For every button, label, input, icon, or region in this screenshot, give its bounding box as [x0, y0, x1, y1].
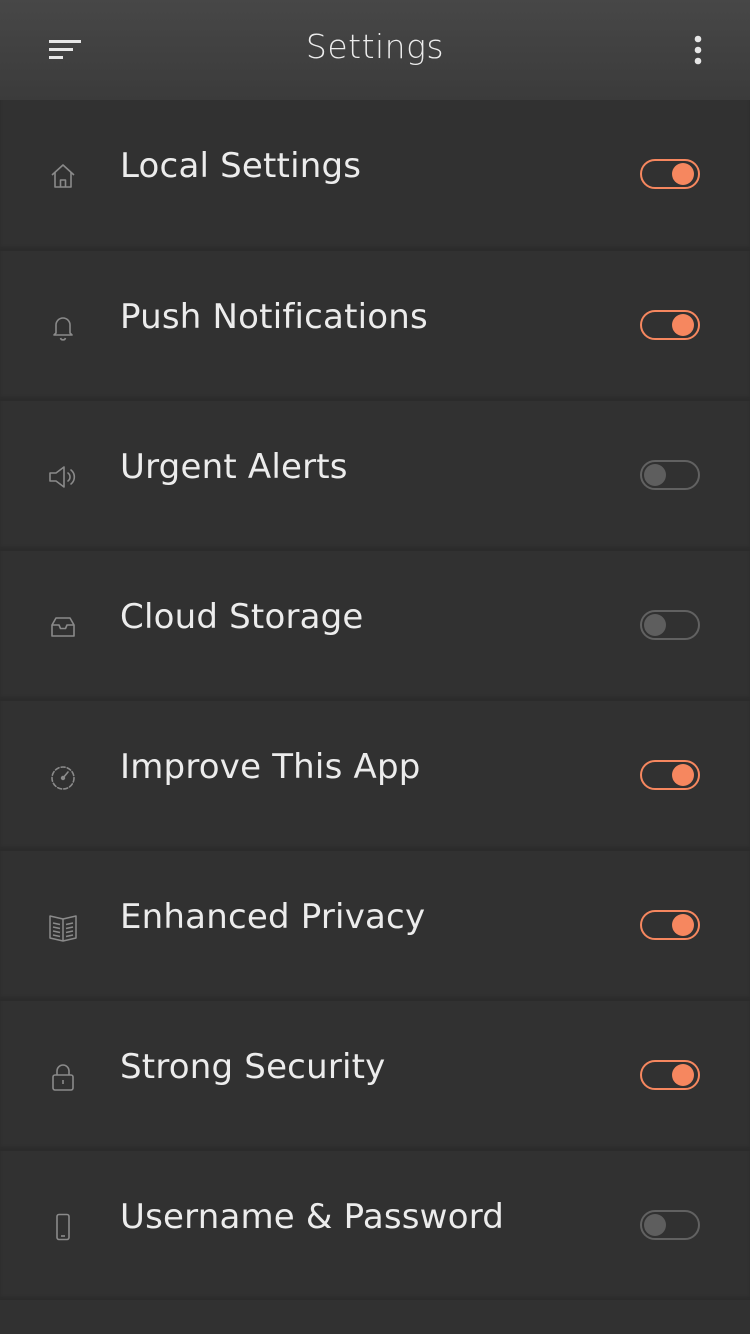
toggle-knob [672, 764, 694, 786]
toggle-knob [644, 464, 666, 486]
setting-label: Urgent Alerts [120, 447, 348, 487]
setting-row-username-password: Username & Password [0, 1150, 750, 1300]
setting-row-strong-security: Strong Security [0, 1000, 750, 1150]
more-options-button[interactable] [680, 28, 716, 72]
book-icon [46, 910, 80, 944]
bell-icon [46, 310, 80, 344]
setting-label: Strong Security [120, 1047, 386, 1087]
toggle-improve-this-app[interactable] [640, 760, 700, 790]
settings-screen: Settings Local Settings Push Notificatio… [0, 0, 750, 1334]
toggle-cloud-storage[interactable] [640, 610, 700, 640]
toggle-knob [672, 914, 694, 936]
toggle-knob [672, 1064, 694, 1086]
setting-label: Cloud Storage [120, 597, 364, 637]
page-title: Settings [305, 26, 445, 66]
setting-row-improve-this-app: Improve This App [0, 700, 750, 850]
setting-label: Local Settings [120, 146, 362, 186]
toggle-username-password[interactable] [640, 1210, 700, 1240]
setting-label: Improve This App [120, 747, 421, 787]
setting-row-urgent-alerts: Urgent Alerts [0, 400, 750, 550]
setting-row-push-notifications: Push Notifications [0, 250, 750, 400]
setting-row-enhanced-privacy: Enhanced Privacy [0, 850, 750, 1000]
toggle-knob [644, 1214, 666, 1236]
toggle-push-notifications[interactable] [640, 310, 700, 340]
phone-icon [46, 1210, 80, 1244]
setting-label: Push Notifications [120, 297, 428, 337]
lock-icon [46, 1060, 80, 1094]
sort-lines-icon [48, 37, 84, 63]
toggle-knob [672, 163, 694, 185]
toggle-knob [672, 314, 694, 336]
setting-row-local-settings: Local Settings [0, 100, 750, 250]
setting-row-cloud-storage: Cloud Storage [0, 550, 750, 700]
setting-label: Username & Password [120, 1197, 505, 1237]
toggle-enhanced-privacy[interactable] [640, 910, 700, 940]
toggle-knob [644, 614, 666, 636]
toggle-urgent-alerts[interactable] [640, 460, 700, 490]
inbox-tray-icon [46, 610, 80, 644]
speedometer-icon [46, 760, 80, 794]
app-header: Settings [0, 0, 750, 100]
menu-button[interactable] [36, 28, 96, 72]
toggle-strong-security[interactable] [640, 1060, 700, 1090]
home-icon [46, 159, 80, 193]
toggle-local-settings[interactable] [640, 159, 700, 189]
settings-list: Local Settings Push Notifications Urgent… [0, 100, 750, 1300]
speaker-icon [46, 460, 80, 494]
setting-label: Enhanced Privacy [120, 897, 426, 937]
more-vertical-icon [693, 34, 703, 66]
